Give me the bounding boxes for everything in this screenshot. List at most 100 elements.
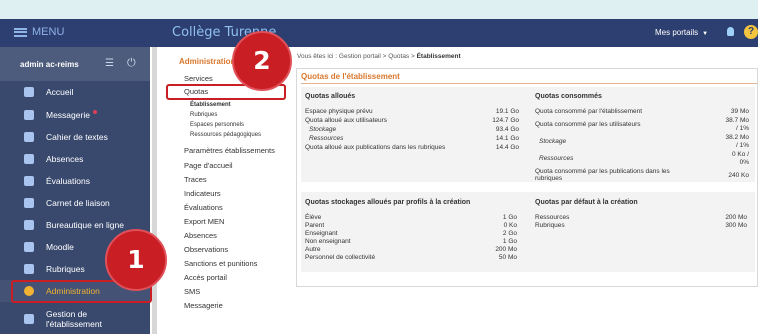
help-icon[interactable]: ? (744, 25, 758, 39)
row-value: 38.7 Mo (725, 117, 750, 124)
quotas-top-block (301, 87, 755, 182)
hamburger-icon (14, 27, 27, 37)
row-label: Autre (305, 246, 321, 253)
section-title-profils: Quotas stockages alloués par profils à l… (305, 199, 471, 206)
sidebar-item-messagerie[interactable]: Messagerie (0, 104, 150, 126)
quotas-panel: Quotas de l'établissement Quotas alloués… (296, 68, 758, 287)
row-label: Stockage (539, 138, 567, 145)
breadcrumb-current: Établissement (416, 53, 461, 60)
top-header: MENU Collège Turenne Mes portails ▼ ? (0, 19, 758, 47)
subnav-title: Administration (179, 57, 236, 66)
row-label: Enseignant (305, 230, 338, 237)
notification-dot (92, 110, 97, 114)
subnav-item-services[interactable]: Services (184, 74, 213, 83)
subnav-item-absences[interactable]: Absences (184, 231, 217, 240)
sidebar-item-evaluations[interactable]: Évaluations (0, 170, 150, 192)
subnav-sub-rubriques[interactable]: Rubriques (190, 112, 217, 118)
row-value: 39 Mo (730, 108, 749, 115)
breadcrumb: Vous êtes ici : Gestion portail > Quotas… (297, 53, 461, 60)
section-title-alloues: Quotas alloués (305, 93, 356, 100)
row-value: / 1% (735, 142, 749, 149)
link-icon (24, 198, 34, 208)
sidebar-item-cahier-de-textes[interactable]: Cahier de textes (0, 126, 150, 148)
row-value: 200 Mo (725, 214, 747, 221)
screenshot-root: MENU Collège Turenne Mes portails ▼ ? adm… (0, 0, 758, 334)
breadcrumb-path[interactable]: Vous êtes ici : Gestion portail > Quotas… (297, 53, 417, 60)
subnav-sub-ressources-pedagogiques[interactable]: Ressources pédagogiques (190, 132, 261, 138)
row-label: Quota alloué aux publications dans les r… (305, 144, 446, 151)
sidebar-item-label: Moodle (46, 242, 74, 252)
subnav-sub-etablissement[interactable]: Établissement (190, 102, 231, 108)
username: admin ac-reims (20, 60, 79, 69)
home-icon (24, 87, 34, 97)
row-value: / 1% (735, 125, 749, 132)
row-label: Quota consommé par les utilisateurs (535, 121, 641, 128)
row-value: 200 Mo (495, 246, 517, 253)
row-value: 14.1 Go (495, 135, 519, 142)
row-label: Ressources (535, 214, 570, 221)
sidebar-item-label: Évaluations (46, 176, 90, 186)
subnav-item-messagerie[interactable]: Messagerie (184, 301, 223, 310)
title-divider (301, 83, 757, 84)
row-value: 0 Ko (503, 222, 517, 229)
section-title-defaut: Quotas par défaut à la création (535, 199, 638, 206)
row-value: 93.4 Go (495, 126, 519, 133)
subnav-item-traces[interactable]: Traces (184, 175, 207, 184)
subnav-sub-espaces-personnels[interactable]: Espaces personnels (190, 122, 244, 128)
sidebar-item-label: Cahier de textes (46, 132, 108, 142)
row-label: Non enseignant (305, 238, 351, 245)
page-title: Quotas de l'établissement (301, 72, 400, 81)
power-icon[interactable]: ⏻ (127, 57, 136, 70)
sidebar-item-carnet-de-liaison[interactable]: Carnet de liaison (0, 192, 150, 214)
my-portals-label: Mes portails (655, 28, 699, 37)
subnav-item-indicateurs[interactable]: Indicateurs (184, 189, 221, 198)
user-icon (24, 154, 34, 164)
row-label: Ressources (309, 135, 344, 142)
row-label: Quota consommé par l'établissement (535, 108, 643, 115)
menu-label: MENU (32, 26, 65, 38)
row-label: Quota consommé par les publications dans… (535, 168, 670, 175)
row-value: 2 Go (502, 230, 517, 237)
subnav-item-sms[interactable]: SMS (184, 287, 200, 296)
callout-2: 2 (232, 31, 292, 91)
subnav-item-sanctions[interactable]: Sanctions et punitions (184, 259, 257, 268)
sidebar-item-label: Messagerie (46, 110, 97, 120)
mail-icon (24, 110, 34, 120)
row-label: Rubriques (535, 222, 565, 229)
subnav-item-page-accueil[interactable]: Page d'accueil (184, 161, 233, 170)
row-label: rubriques (535, 175, 563, 182)
sidebar-item-label: Carnet de liaison (46, 198, 110, 208)
subnav-item-evaluations[interactable]: Évaluations (184, 203, 223, 212)
row-value: 300 Mo (725, 222, 747, 229)
folder-icon (24, 264, 34, 274)
top-band (0, 0, 758, 19)
callout-1: 1 (105, 229, 167, 291)
row-label: Parent (305, 222, 325, 229)
location-icon (24, 314, 34, 324)
subnav-item-parametres[interactable]: Paramètres établissements (184, 146, 275, 155)
user-bar: admin ac-reims ☰ ⏻ (0, 47, 150, 81)
sidebar-item-label: Gestion de l'établissement (46, 309, 102, 329)
lightbulb-icon[interactable] (727, 27, 734, 36)
sidebar-item-label: Rubriques (46, 264, 85, 274)
row-value: 1 Go (502, 238, 517, 245)
settings-sliders-icon[interactable]: ☰ (105, 58, 114, 69)
row-value: 240 Ko (728, 172, 749, 179)
row-value: 50 Mo (498, 254, 517, 261)
subnav-item-export-men[interactable]: Export MEN (184, 217, 224, 226)
my-portals-dropdown[interactable]: Mes portails ▼ (655, 28, 708, 37)
row-value: 38.2 Mo (725, 134, 750, 141)
section-title-consommes: Quotas consommés (535, 93, 602, 100)
subnav-item-acces-portail[interactable]: Accès portail (184, 273, 227, 282)
sidebar-item-accueil[interactable]: Accueil (0, 81, 150, 103)
menu-button[interactable]: MENU (14, 26, 64, 38)
sidebar-item-gestion[interactable]: Gestion de l'établissement (0, 305, 150, 333)
subnav-item-observations[interactable]: Observations (184, 245, 228, 254)
row-label: Ressources (539, 155, 574, 162)
row-label: Stockage (309, 126, 337, 133)
row-label: Espace physique prévu (305, 108, 373, 115)
sidebar-item-absences[interactable]: Absences (0, 148, 150, 170)
row-value: 19.1 Go (495, 108, 519, 115)
sidebar-item-label: Accueil (46, 87, 74, 97)
document-icon (24, 220, 34, 230)
